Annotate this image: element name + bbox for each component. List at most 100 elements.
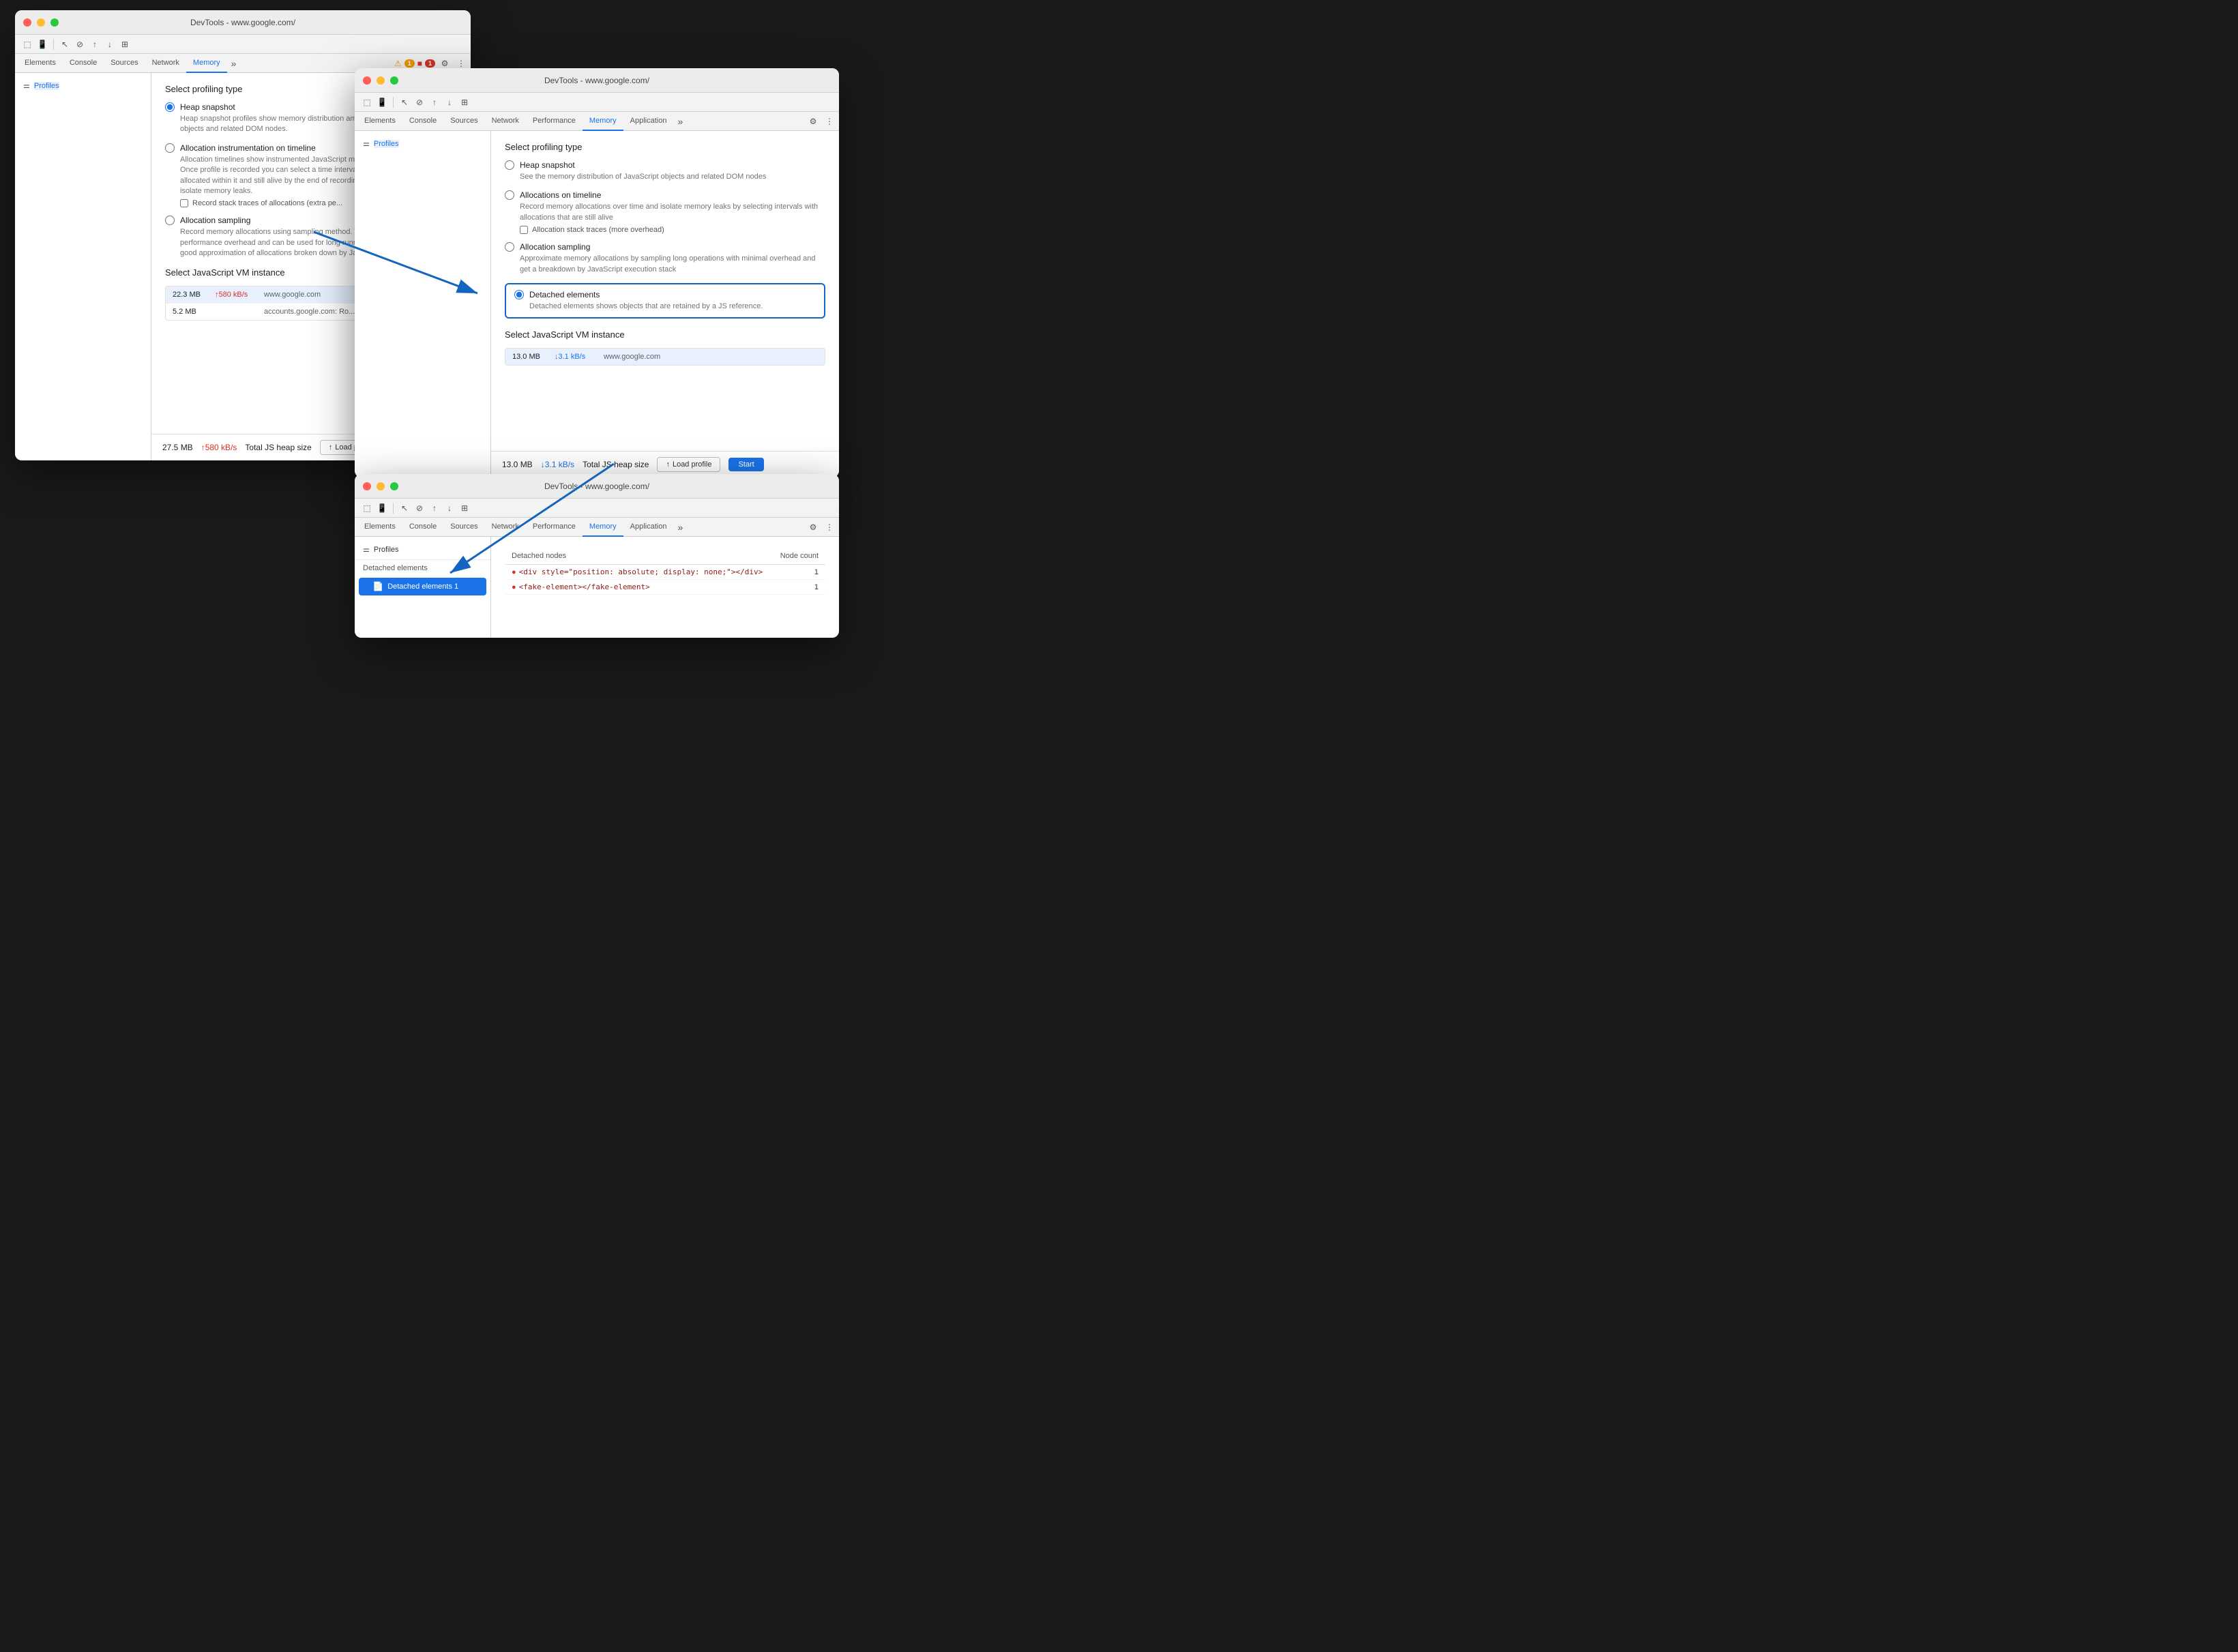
tab-sources-3[interactable]: Sources — [443, 518, 484, 537]
device-icon-2[interactable]: 📱 — [375, 95, 389, 109]
sidebar-item-profiles-2[interactable]: Profiles — [374, 140, 399, 148]
tab-elements-2[interactable]: Elements — [357, 112, 402, 131]
tab-network-2[interactable]: Network — [485, 112, 526, 131]
radio-label-heap-2[interactable]: Heap snapshot — [505, 160, 825, 170]
radio-heap-1[interactable] — [165, 102, 175, 112]
titlebar-3: DevTools - www.google.com/ — [355, 474, 839, 499]
close-btn-2[interactable] — [363, 76, 371, 85]
radio-heap-2[interactable] — [505, 160, 514, 170]
close-btn-1[interactable] — [23, 18, 31, 27]
footer-label-1: Total JS heap size — [245, 443, 311, 452]
tab-console-3[interactable]: Console — [402, 518, 443, 537]
max-btn-1[interactable] — [50, 18, 59, 27]
result-row-0-3[interactable]: ● <div style="position: absolute; displa… — [505, 565, 825, 580]
tab-performance-3[interactable]: Performance — [526, 518, 583, 537]
settings-icon-3[interactable]: ⚙ — [806, 520, 820, 534]
content-2: Select profiling type Heap snapshot See … — [491, 131, 839, 451]
tab-memory-3[interactable]: Memory — [583, 518, 623, 537]
radio-alloc-2[interactable] — [505, 190, 514, 200]
option-sampling-2: Allocation sampling Approximate memory a… — [505, 242, 825, 275]
download-icon-3[interactable]: ↓ — [443, 501, 456, 515]
device-icon-3[interactable]: 📱 — [375, 501, 389, 515]
profile-icon-t-3[interactable]: ⊞ — [458, 501, 471, 515]
toolbar-sep-1 — [53, 39, 54, 50]
min-btn-3[interactable] — [377, 482, 385, 490]
radio-sampling-2[interactable] — [505, 242, 514, 252]
tab-sources-1[interactable]: Sources — [104, 54, 145, 73]
more-icon-3[interactable]: ⋮ — [823, 520, 836, 534]
vm-table-2: 13.0 MB ↓3.1 kB/s www.google.com — [505, 348, 825, 366]
vm-row-0-2[interactable]: 13.0 MB ↓3.1 kB/s www.google.com — [505, 349, 825, 365]
main-3: ⚌ Profiles Detached elements 📄 Detached … — [355, 537, 839, 638]
profile-icon-t-2[interactable]: ⊞ — [458, 95, 471, 109]
start-btn-2[interactable]: Start — [728, 458, 763, 471]
sidebar-1: ⚌ Profiles — [15, 73, 151, 460]
tab-more-2[interactable]: » — [673, 116, 687, 127]
cursor-icon-3[interactable]: ↖ — [398, 501, 411, 515]
tab-performance-2[interactable]: Performance — [526, 112, 583, 131]
upload-icon-3[interactable]: ↑ — [428, 501, 441, 515]
more-icon-2[interactable]: ⋮ — [823, 115, 836, 128]
sidebar-profiles-icon-row-2: ⚌ Profiles — [355, 136, 490, 151]
tab-memory-1[interactable]: Memory — [186, 54, 227, 73]
sidebar-item-profiles-1[interactable]: Profiles — [34, 82, 59, 90]
profile-icon-t[interactable]: ⊞ — [118, 38, 132, 51]
inspect-icon-3[interactable]: ⬚ — [360, 501, 374, 515]
cursor-icon-2[interactable]: ↖ — [398, 95, 411, 109]
vm-url-0-1: www.google.com — [264, 291, 321, 299]
inspect-icon[interactable]: ⬚ — [20, 38, 34, 51]
min-btn-2[interactable] — [377, 76, 385, 85]
load-profile-label-2: Load profile — [673, 460, 712, 469]
checkbox-stack-2[interactable] — [520, 226, 528, 234]
tab-application-3[interactable]: Application — [623, 518, 674, 537]
result-row-1-3[interactable]: ● <fake-element></fake-element> 1 — [505, 580, 825, 595]
tab-elements-3[interactable]: Elements — [357, 518, 402, 537]
upload-icon-2[interactable]: ↑ — [428, 95, 441, 109]
radio-label-sampling-2[interactable]: Allocation sampling — [505, 242, 825, 252]
radio-detached-2[interactable] — [514, 290, 524, 299]
max-btn-3[interactable] — [390, 482, 398, 490]
warning-icon-1: ⚠ — [394, 59, 402, 68]
vm-size-0-1: 22.3 MB — [173, 291, 207, 299]
tab-console-2[interactable]: Console — [402, 112, 443, 131]
block-icon[interactable]: ⊘ — [73, 38, 87, 51]
option-heap-2: Heap snapshot See the memory distributio… — [505, 160, 825, 182]
tab-memory-2[interactable]: Memory — [583, 112, 623, 131]
vm-section-title-2: Select JavaScript VM instance — [505, 329, 825, 340]
sidebar-profile-item-3-0[interactable]: 📄 Detached elements 1 — [359, 578, 486, 595]
radio-sampling-1[interactable] — [165, 216, 175, 225]
block-icon-3[interactable]: ⊘ — [413, 501, 426, 515]
radio-label-detached-2[interactable]: Detached elements — [514, 290, 816, 299]
tab-sources-2[interactable]: Sources — [443, 112, 484, 131]
result-header-3: Detached nodes Node count — [505, 548, 825, 565]
window-controls-2 — [363, 76, 398, 85]
radio-sampling-text-2: Allocation sampling — [520, 242, 590, 252]
close-btn-3[interactable] — [363, 482, 371, 490]
tab-elements-1[interactable]: Elements — [18, 54, 63, 73]
checkbox-stack-1[interactable] — [180, 199, 188, 207]
inspect-icon-2[interactable]: ⬚ — [360, 95, 374, 109]
settings-icon-2[interactable]: ⚙ — [806, 115, 820, 128]
upload-icon-btn-1: ↑ — [329, 443, 333, 452]
tab-network-1[interactable]: Network — [145, 54, 186, 73]
upload-icon[interactable]: ↑ — [88, 38, 102, 51]
footer-speed-2: ↓3.1 kB/s — [541, 460, 574, 469]
tab-console-1[interactable]: Console — [63, 54, 104, 73]
vm-size-0-2: 13.0 MB — [512, 353, 546, 361]
tab-more-3[interactable]: » — [673, 522, 687, 533]
download-icon[interactable]: ↓ — [103, 38, 117, 51]
tab-application-2[interactable]: Application — [623, 112, 674, 131]
load-profile-btn-2[interactable]: ↑ Load profile — [657, 457, 720, 472]
min-btn-1[interactable] — [37, 18, 45, 27]
max-btn-2[interactable] — [390, 76, 398, 85]
block-icon-2[interactable]: ⊘ — [413, 95, 426, 109]
table-header-3: Detached nodes — [512, 552, 566, 560]
radio-label-alloc-2[interactable]: Allocations on timeline — [505, 190, 825, 200]
radio-alloc-1[interactable] — [165, 143, 175, 153]
result-dot-1-3: ● — [512, 583, 516, 591]
download-icon-2[interactable]: ↓ — [443, 95, 456, 109]
tab-network-3[interactable]: Network — [485, 518, 526, 537]
tab-more-1[interactable]: » — [227, 58, 241, 69]
cursor-icon[interactable]: ↖ — [58, 38, 72, 51]
device-icon[interactable]: 📱 — [35, 38, 49, 51]
